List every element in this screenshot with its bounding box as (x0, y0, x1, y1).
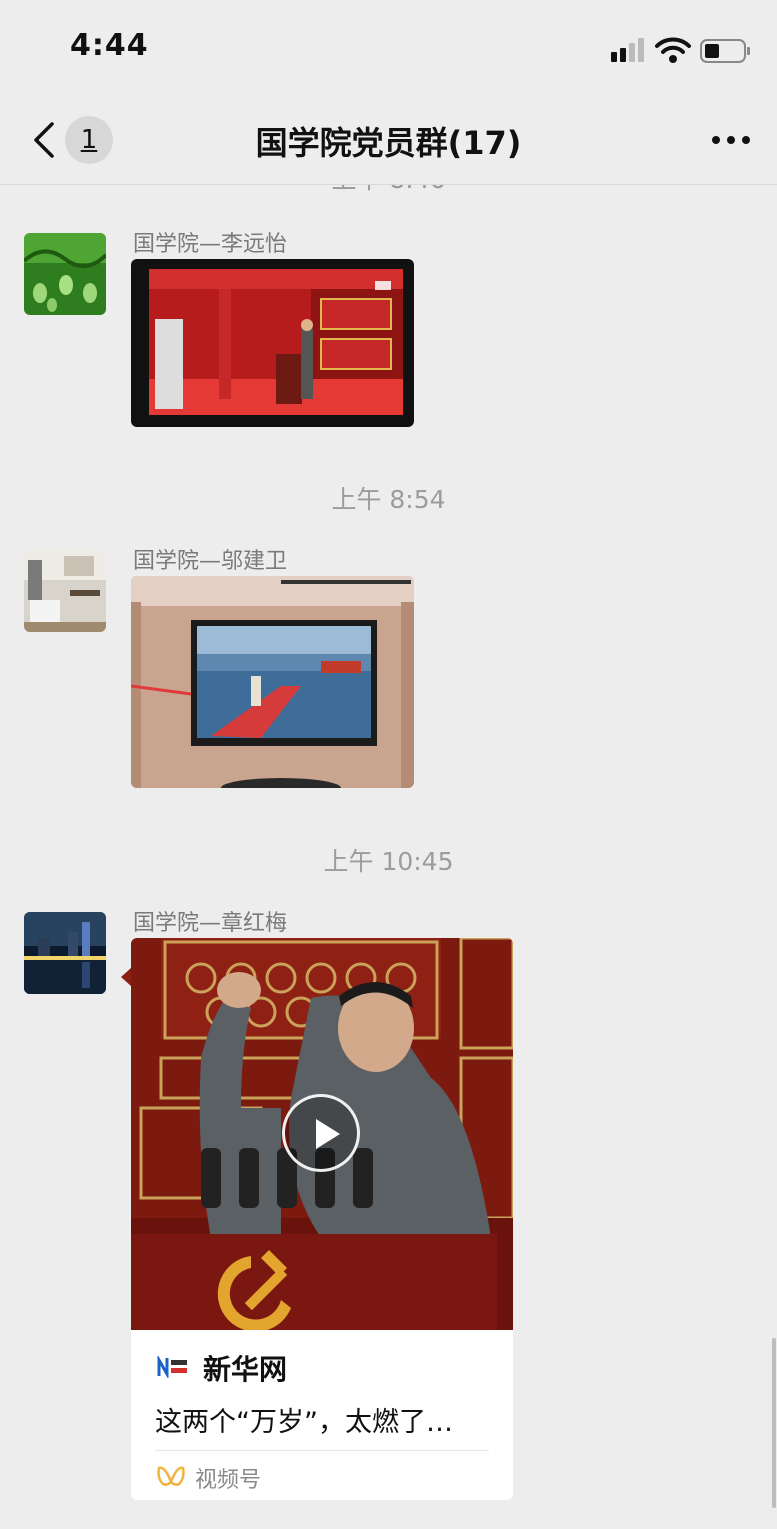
chat-header: 1 国学院党员群(17) (0, 100, 777, 185)
sender-name: 国学院—章红梅 (133, 911, 288, 936)
avatar-room-image (24, 550, 106, 632)
more-options-icon[interactable] (712, 136, 752, 146)
video-card[interactable]: 新华网 这两个“万岁”，太燃了… 视频号 (131, 938, 513, 1500)
image-message[interactable] (131, 259, 414, 427)
wifi-icon (655, 37, 691, 63)
timestamp: 上午 8:54 (331, 485, 446, 514)
xinhua-logo-icon (157, 1356, 189, 1378)
timestamp: 上午 10:45 (323, 847, 454, 876)
play-button[interactable] (282, 1094, 360, 1172)
avatar-plant-image (24, 233, 106, 315)
tv-screen-photo (131, 576, 414, 788)
chat-title: 国学院党员群(17) (255, 124, 522, 162)
channels-butterfly-icon (157, 1466, 185, 1486)
avatar-city-night-image (24, 912, 106, 994)
play-icon (316, 1119, 340, 1149)
bubble-tail (121, 968, 131, 986)
sender-name: 国学院—李远怡 (133, 232, 288, 257)
video-caption: 这两个“万岁”，太燃了… (155, 1407, 453, 1438)
card-divider (155, 1450, 489, 1451)
battery-icon (700, 39, 750, 63)
status-bar: 4:44 (0, 0, 777, 100)
avatar[interactable] (24, 912, 106, 994)
video-thumbnail[interactable] (131, 938, 513, 1332)
tv-broadcast-photo (131, 259, 414, 427)
cellular-signal-icon (611, 38, 644, 62)
avatar[interactable] (24, 233, 106, 315)
image-message[interactable] (131, 576, 414, 788)
video-source-name: 新华网 (203, 1353, 288, 1386)
scrollbar[interactable] (772, 1338, 776, 1508)
status-time: 4:44 (70, 28, 149, 63)
sender-name: 国学院—邬建卫 (133, 549, 288, 574)
avatar[interactable] (24, 550, 106, 632)
channels-label: 视频号 (195, 1468, 262, 1493)
